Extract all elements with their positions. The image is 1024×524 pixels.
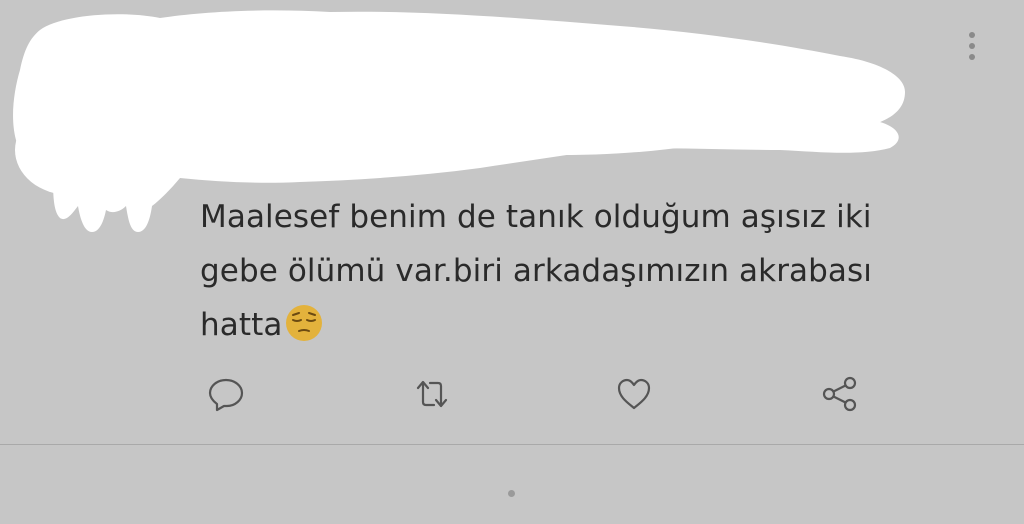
divider (0, 444, 1024, 445)
tweet-text-line: gebe ölümü var.biri arkadaşımızın akraba… (200, 253, 872, 289)
retweet-button[interactable] (410, 372, 454, 416)
tweet-text: Maalesef benim de tanık olduğum aşısız i… (200, 190, 960, 352)
more-vertical-icon-dot (969, 54, 975, 60)
heart-icon (617, 378, 651, 410)
share-icon (822, 376, 857, 412)
tweet-card: Maalesef benim de tanık olduğum aşısız i… (0, 0, 1024, 524)
pensive-face-emoji (286, 305, 323, 341)
reply-icon (208, 378, 244, 412)
share-button[interactable] (818, 372, 862, 416)
tweet-text-line: Maalesef benim de tanık olduğum aşısız i… (200, 199, 872, 235)
tweet-text-line-word: hatta (200, 307, 283, 343)
page-indicator-dot (508, 490, 515, 497)
tweet-text-line: hatta (200, 298, 960, 352)
reply-button[interactable] (204, 372, 248, 416)
retweet-icon (416, 380, 448, 408)
more-options-button[interactable] (958, 26, 986, 66)
more-vertical-icon (969, 32, 975, 38)
like-button[interactable] (612, 372, 656, 416)
more-vertical-icon-dot (969, 43, 975, 49)
